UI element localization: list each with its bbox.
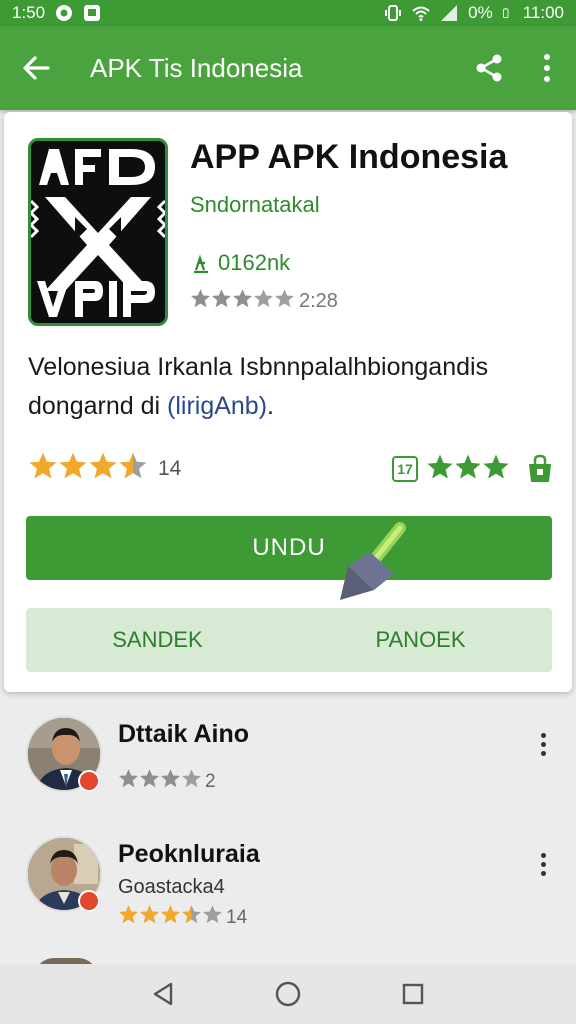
reviewer-name: Dttaik Aino [118,720,250,748]
app-logo-graphic [31,141,165,323]
status-time: 1:50 [12,3,46,22]
overflow-menu-button[interactable] [518,26,576,110]
nav-recents-button[interactable] [393,974,433,1014]
star-icon [119,452,147,479]
back-arrow-icon [23,56,50,80]
star-icon [59,452,87,479]
review-rating-count: 2 [205,770,216,792]
rating-count: 14 [158,457,182,480]
status-bar: 1:50 0% 11:00 [0,0,576,26]
dot-icon [540,852,546,858]
review-menu-button[interactable] [530,724,556,764]
dot-icon [540,732,546,738]
nav-recents-icon [403,983,424,1005]
rating-stars [28,451,148,487]
nav-home-button[interactable] [268,974,308,1014]
star-icon [191,289,210,308]
app-name: APP APK Indonesia [190,138,508,176]
star-icon [89,452,117,479]
review-item: Peoknluraia Goastacka4 14 [0,836,576,946]
download-person-icon [194,254,208,274]
nav-back-icon [153,982,172,1006]
wifi-icon [412,6,430,21]
dot-icon [540,870,546,876]
system-nav-bar [0,964,576,1024]
status-right: 0% 11:00 [384,3,564,23]
downloads-count: 0162nk [190,250,290,276]
secondary-right-button[interactable]: PANOEK [289,627,552,653]
rating-summary: 14 [28,451,181,487]
star-icon [254,289,273,308]
notification-square-icon [84,5,101,21]
overflow-menu-icon [544,54,550,82]
star-icon [233,289,252,308]
notification-circle-icon [56,5,73,21]
app-icon[interactable] [28,138,168,326]
signal-icon [441,5,458,21]
star-icon [161,769,180,788]
downloads-value: 0162nk [218,250,291,275]
star-icon [182,769,201,788]
star-icon [140,769,159,788]
mini-rating-value: 2:28 [299,290,338,312]
description-link[interactable]: (lirigAnb) [167,392,267,420]
star-icon [119,905,138,924]
share-button[interactable] [460,26,518,110]
reviewer-badge-icon [78,890,100,912]
status-time-right: 11:00 [522,3,564,22]
mini-rating-stars [190,288,295,315]
rating-badges: 17 [392,453,554,486]
dot-icon [540,750,546,756]
review-stars [118,768,202,795]
shopping-bag-icon[interactable] [526,454,554,484]
star-icon [427,454,453,478]
review-rating-count: 14 [226,906,248,928]
star-icon [203,905,222,924]
rating-row: 14 17 [28,452,554,486]
star-icon [212,289,231,308]
reviewer-badge-icon [78,770,100,792]
mini-rating: 2:28 [190,288,338,315]
star-icon [275,289,294,308]
star-icon [29,452,57,479]
review-stars [118,904,223,931]
status-left: 1:50 [12,3,101,23]
review-item: Dttaik Aino 2 [0,716,576,826]
nav-back-button[interactable] [143,974,183,1014]
battery-percent: 0% [468,3,493,22]
back-button[interactable] [0,26,72,110]
review-rating: 2 [118,768,216,795]
description-end: . [267,392,274,420]
secondary-actions: SANDEK PANOEK [26,608,552,672]
star-icon [140,905,159,924]
star-icon [455,454,481,478]
battery-icon [502,8,509,18]
app-description: Velonesiua Irkanla Isbnnpalalhbiongandis… [28,348,548,426]
developer-link[interactable]: Sndornatakal [190,192,320,218]
dot-icon [540,741,546,747]
editor-stars [426,453,510,486]
secondary-left-button[interactable]: SANDEK [26,627,289,653]
dot-icon [540,861,546,867]
review-rating: 14 [118,904,247,931]
star-icon [182,905,201,924]
reviewer-name: Peoknluraia [118,840,260,868]
star-icon [161,905,180,924]
age-rating-badge: 17 [392,456,418,482]
vibrate-icon [385,5,402,21]
review-menu-button[interactable] [530,844,556,884]
cursor-arrow-icon [340,522,406,600]
app-detail-card: APP APK Indonesia Sndornatakal 0162nk 2:… [4,112,572,692]
install-button[interactable]: UNDU [26,516,552,580]
share-icon [476,54,502,82]
app-bar: APK Tis Indonesia [0,26,576,110]
star-icon [483,454,509,478]
star-icon [119,769,138,788]
page-title: APK Tis Indonesia [90,52,303,83]
reviewer-subtitle: Goastacka4 [118,876,225,898]
nav-home-icon [275,981,301,1007]
